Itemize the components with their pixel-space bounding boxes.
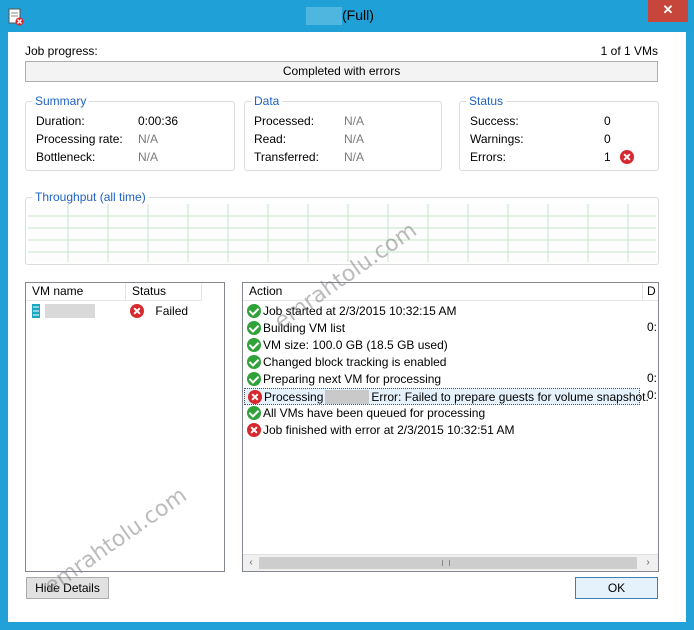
error-icon: [247, 423, 261, 437]
duration-cell: 0:: [647, 371, 658, 385]
status-title: Status: [466, 94, 507, 108]
action-text: Job started at 2/3/2015 10:32:15 AM: [263, 304, 457, 318]
title-bar[interactable]: (Full) ✕: [0, 0, 694, 32]
status-group: Status Success: 0 Warnings: 0 Errors: 1: [459, 94, 659, 171]
action-text: Job finished with error at 2/3/2015 10:3…: [263, 423, 515, 437]
transferred-label: Transferred:: [254, 150, 319, 164]
scroll-left-icon[interactable]: ‹: [245, 557, 257, 569]
col-duration[interactable]: D: [643, 283, 658, 301]
read-value: N/A: [344, 132, 365, 146]
vm-icon: [32, 304, 40, 318]
bottleneck-value: N/A: [138, 150, 159, 164]
data-group: Data Processed: N/A Read: N/A Transferre…: [244, 94, 442, 171]
success-icon: [247, 406, 261, 420]
scroll-thumb[interactable]: [259, 557, 637, 569]
action-row[interactable]: Changed block tracking is enabled: [247, 354, 446, 371]
action-text-prefix: Processing: [264, 390, 324, 404]
vm-status-text: Failed: [155, 304, 189, 318]
duration-cell: 0:: [647, 388, 658, 402]
error-icon: [248, 390, 262, 404]
progress-status-text: Completed with errors: [282, 64, 401, 78]
action-row[interactable]: Job started at 2/3/2015 10:32:15 AM: [247, 303, 456, 320]
scroll-right-icon[interactable]: ›: [642, 557, 654, 569]
processing-rate-value: N/A: [138, 132, 159, 146]
errors-value: 1: [604, 150, 611, 164]
vm-list[interactable]: VM name Status Failed: [25, 282, 225, 572]
duration-label: Duration:: [36, 114, 85, 128]
throughput-graph: [28, 204, 656, 262]
bottleneck-label: Bottleneck:: [36, 150, 96, 164]
job-progress-label: Job progress:: [25, 44, 98, 58]
processed-label: Processed:: [254, 114, 315, 128]
vm-count: 1 of 1 VMs: [600, 44, 658, 58]
action-text: Preparing next VM for processing: [263, 372, 442, 386]
action-row[interactable]: Preparing next VM for processing: [247, 371, 441, 388]
read-label: Read:: [254, 132, 287, 146]
data-title: Data: [251, 94, 283, 108]
action-text: Building VM list: [263, 321, 346, 335]
duration-value: 0:00:36: [138, 114, 179, 128]
action-text: Changed block tracking is enabled: [263, 355, 447, 369]
action-row-selected[interactable]: Processing Error: Failed to prepare guest…: [244, 388, 649, 405]
action-text: All VMs have been queued for processing: [263, 406, 486, 420]
throughput-title: Throughput (all time): [32, 190, 149, 204]
job-progress-bar: Completed with errors: [25, 61, 658, 82]
vm-row[interactable]: Failed: [30, 303, 220, 320]
action-list[interactable]: Action D Job started at 2/3/2015 10:32:1…: [242, 282, 659, 572]
throughput-group: Throughput (all time): [25, 190, 659, 265]
action-text: VM size: 100.0 GB (18.5 GB used): [263, 338, 448, 352]
action-text-suffix: Error: Failed to prepare guests for volu…: [371, 390, 649, 404]
errors-error-icon: [620, 149, 634, 164]
scroll-grip-icon: [442, 560, 450, 566]
processed-value: N/A: [344, 114, 365, 128]
warnings-value: 0: [604, 132, 611, 146]
success-icon: [247, 304, 261, 318]
errors-label: Errors:: [470, 150, 506, 164]
job-window: (Full) ✕ Job progress: 1 of 1 VMs Comple…: [0, 0, 694, 630]
action-row[interactable]: Job finished with error at 2/3/2015 10:3…: [247, 422, 515, 439]
job-report-icon: [8, 8, 24, 26]
action-row[interactable]: All VMs have been queued for processing: [247, 405, 485, 422]
action-row[interactable]: VM size: 100.0 GB (18.5 GB used): [247, 337, 448, 354]
transferred-value: N/A: [344, 150, 365, 164]
dialog-body: Job progress: 1 of 1 VMs Completed with …: [8, 32, 686, 622]
close-button[interactable]: ✕: [648, 0, 688, 22]
horizontal-scrollbar[interactable]: ‹ ›: [243, 554, 658, 571]
summary-group: Summary Duration: 0:00:36 Processing rat…: [25, 94, 235, 171]
col-status[interactable]: Status: [126, 283, 202, 301]
action-row[interactable]: Building VM list: [247, 320, 345, 337]
success-icon: [247, 372, 261, 386]
vm-name-redacted: [45, 304, 96, 318]
hide-details-button[interactable]: Hide Details: [26, 577, 109, 599]
col-vm-name[interactable]: VM name: [26, 283, 126, 301]
success-icon: [247, 321, 261, 335]
success-icon: [247, 338, 261, 352]
success-value: 0: [604, 114, 611, 128]
warnings-label: Warnings:: [470, 132, 524, 146]
summary-title: Summary: [32, 94, 90, 108]
duration-cell: 0:: [647, 320, 658, 334]
vm-name-redacted: [325, 390, 370, 404]
ok-button[interactable]: OK: [575, 577, 658, 599]
col-action[interactable]: Action: [243, 283, 643, 301]
window-title: (Full): [342, 7, 374, 23]
vm-status-error-icon: [130, 304, 145, 318]
title-redacted-name: [306, 7, 342, 25]
success-label: Success:: [470, 114, 519, 128]
success-icon: [247, 355, 261, 369]
processing-rate-label: Processing rate:: [36, 132, 123, 146]
